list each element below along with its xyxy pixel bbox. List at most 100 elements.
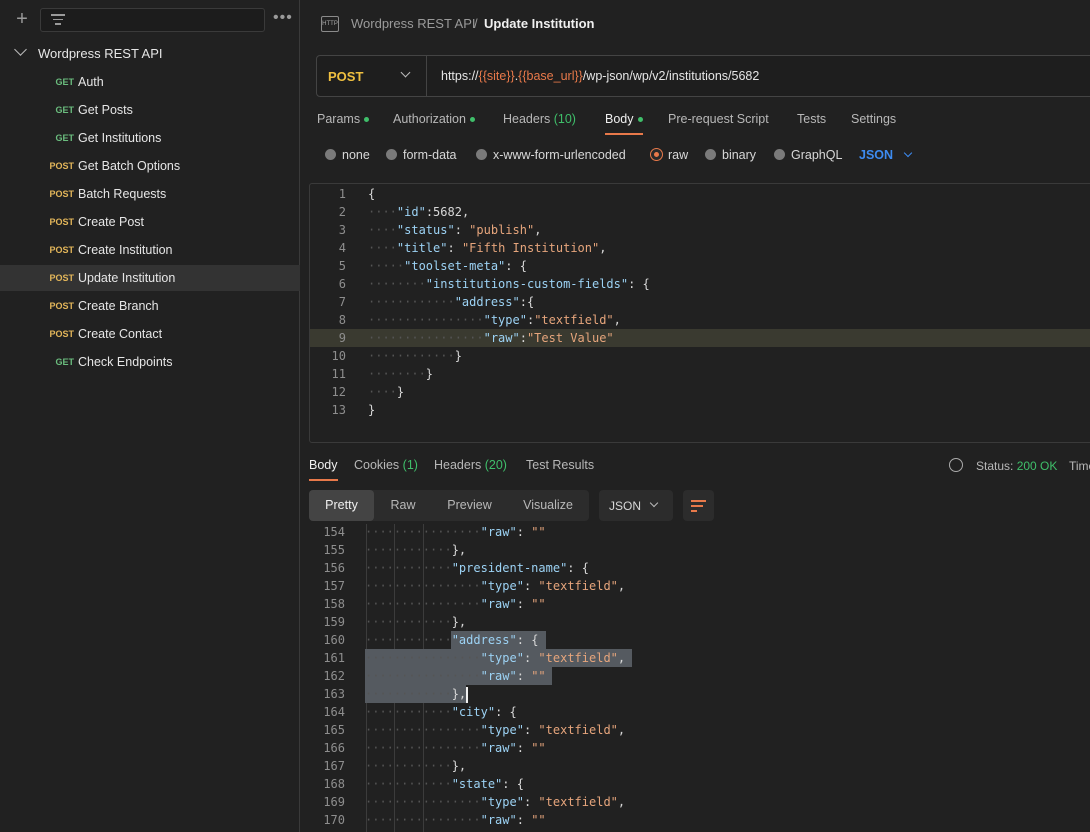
code-line: 4 ····"title": "Fifth Institution", xyxy=(310,239,1090,257)
radio-raw[interactable]: raw xyxy=(651,148,688,162)
request-item[interactable]: POST Batch Requests xyxy=(0,181,300,207)
request-body-editor[interactable]: 1{2 ····"id":5682, 3 ····"status": "publish… xyxy=(309,183,1090,443)
tab-pre-request-script[interactable]: Pre-request Script xyxy=(668,112,769,126)
radio-form-data[interactable]: form-data xyxy=(386,148,457,162)
response-line: 155 ············}, xyxy=(301,542,1090,560)
request-item[interactable]: POST Create Institution xyxy=(0,237,300,263)
response-tab-test-results[interactable]: Test Results xyxy=(526,458,594,472)
request-item[interactable]: GET Check Endpoints xyxy=(0,349,300,375)
request-item[interactable]: POST Update Institution xyxy=(0,265,300,291)
response-line: 167 ············}, xyxy=(301,758,1090,776)
code-text: ············}, xyxy=(365,615,467,629)
radio-graphql-label: GraphQL xyxy=(791,148,843,162)
code-text: ················"raw": "" xyxy=(365,597,546,611)
globe-icon[interactable] xyxy=(949,458,963,472)
request-method-badge: POST xyxy=(49,329,74,339)
request-item[interactable]: POST Create Branch xyxy=(0,293,300,319)
request-name: Create Post xyxy=(78,215,145,229)
new-collection-plus-icon[interactable]: + xyxy=(13,9,31,29)
response-tab-cookies[interactable]: Cookies (1) xyxy=(354,458,418,472)
collection-name: Wordpress REST API xyxy=(38,46,163,61)
request-method-badge: POST xyxy=(49,301,74,311)
radio-icon xyxy=(476,149,487,160)
response-format-select[interactable]: JSON xyxy=(599,490,673,521)
wrap-lines-icon[interactable] xyxy=(683,490,714,521)
line-number: 170 xyxy=(323,813,345,827)
tab-headers[interactable]: Headers (10) xyxy=(503,112,576,126)
code-text: ················"type": "textfield", xyxy=(365,651,626,665)
tab-body[interactable]: Body xyxy=(605,112,643,135)
tab-authorization-label: Authorization xyxy=(393,112,466,126)
line-number: 2 xyxy=(338,205,346,219)
url-bar: POST https://{{site}}.{{base_url}}/wp-js… xyxy=(316,55,1090,97)
line-number: 166 xyxy=(323,741,345,755)
radio-none[interactable]: none xyxy=(325,148,370,162)
response-tab-body[interactable]: Body xyxy=(309,458,338,481)
request-name: Create Branch xyxy=(78,299,159,313)
response-body-viewer[interactable]: 154 ················"raw": "" 155 ·········… xyxy=(301,524,1090,832)
view-pretty-button[interactable]: Pretty xyxy=(309,490,374,521)
response-line: 170 ················"raw": "" xyxy=(301,812,1090,830)
response-headers-count: (20) xyxy=(484,458,507,472)
line-number: 161 xyxy=(323,651,345,665)
radio-form-data-label: form-data xyxy=(403,148,457,162)
response-line: 156 ············"president-name": { xyxy=(301,560,1090,578)
line-number: 6 xyxy=(338,277,346,291)
code-text: ············"address": { xyxy=(365,633,539,647)
request-name: Auth xyxy=(78,75,104,89)
request-item[interactable]: POST Create Post xyxy=(0,209,300,235)
view-raw-button[interactable]: Raw xyxy=(374,490,432,521)
view-visualize-button[interactable]: Visualize xyxy=(507,490,589,521)
radio-graphql[interactable]: GraphQL xyxy=(774,148,842,162)
body-indicator-dot xyxy=(637,117,643,123)
code-text: ················"raw": "" xyxy=(365,669,546,683)
line-number: 8 xyxy=(338,313,346,327)
request-item[interactable]: POST Create Contact xyxy=(0,321,300,347)
radio-urlencoded[interactable]: x-www-form-urlencoded xyxy=(476,148,626,162)
code-line: 5 ·····"toolset-meta": { xyxy=(310,257,1090,275)
url-suffix: /wp-json/wp/v2/institutions/5682 xyxy=(582,69,760,83)
line-number: 160 xyxy=(323,633,345,647)
response-line: 157 ················"type": "textfield", xyxy=(301,578,1090,596)
line-number: 5 xyxy=(338,259,346,273)
code-line: 12 ····} xyxy=(310,383,1090,401)
collection-header[interactable]: Wordpress REST API xyxy=(0,43,300,65)
tab-tests[interactable]: Tests xyxy=(797,112,826,126)
radio-binary[interactable]: binary xyxy=(705,148,756,162)
filter-input[interactable] xyxy=(40,8,265,32)
request-method-badge: GET xyxy=(55,77,74,87)
tab-authorization[interactable]: Authorization xyxy=(393,112,475,126)
request-item[interactable]: GET Get Institutions xyxy=(0,125,300,151)
code-text: ·····"toolset-meta": { xyxy=(368,259,527,273)
request-item[interactable]: GET Get Posts xyxy=(0,97,300,123)
request-item[interactable]: GET Auth xyxy=(0,69,300,95)
view-preview-button[interactable]: Preview xyxy=(432,490,507,521)
code-text: ············"president-name": { xyxy=(365,561,589,575)
response-tab-headers[interactable]: Headers (20) xyxy=(434,458,507,472)
request-item[interactable]: POST Get Batch Options xyxy=(0,153,300,179)
response-line: 158 ················"raw": "" xyxy=(301,596,1090,614)
radio-icon xyxy=(774,149,785,160)
radio-selected-icon xyxy=(651,149,662,160)
code-text: ················"raw":"Test Value" xyxy=(368,331,614,345)
breadcrumb-collection[interactable]: Wordpress REST API xyxy=(351,16,476,31)
time-label: Time xyxy=(1069,459,1090,473)
method-select[interactable]: POST xyxy=(317,56,427,96)
breadcrumb-request-title[interactable]: Update Institution xyxy=(484,16,595,31)
code-text: ················"raw": "" xyxy=(365,813,546,827)
request-name: Get Institutions xyxy=(78,131,162,145)
chevron-down-icon[interactable] xyxy=(14,43,27,56)
url-input[interactable]: https://{{site}}.{{base_url}}/wp-json/wp… xyxy=(441,69,759,83)
method-label: POST xyxy=(328,69,364,84)
more-options-icon[interactable]: ••• xyxy=(273,9,293,27)
tab-settings[interactable]: Settings xyxy=(851,112,896,126)
chevron-down-icon xyxy=(649,498,659,508)
tab-params[interactable]: Params xyxy=(317,112,370,126)
code-text: ····"status": "publish", xyxy=(368,223,542,237)
body-format-select[interactable]: JSON xyxy=(859,148,913,162)
line-number: 9 xyxy=(338,331,346,345)
response-format-label: JSON xyxy=(609,499,642,513)
status-label: Status: xyxy=(976,459,1014,473)
code-line: 11 ········} xyxy=(310,365,1090,383)
sidebar-toolbar: + ••• xyxy=(0,0,300,40)
